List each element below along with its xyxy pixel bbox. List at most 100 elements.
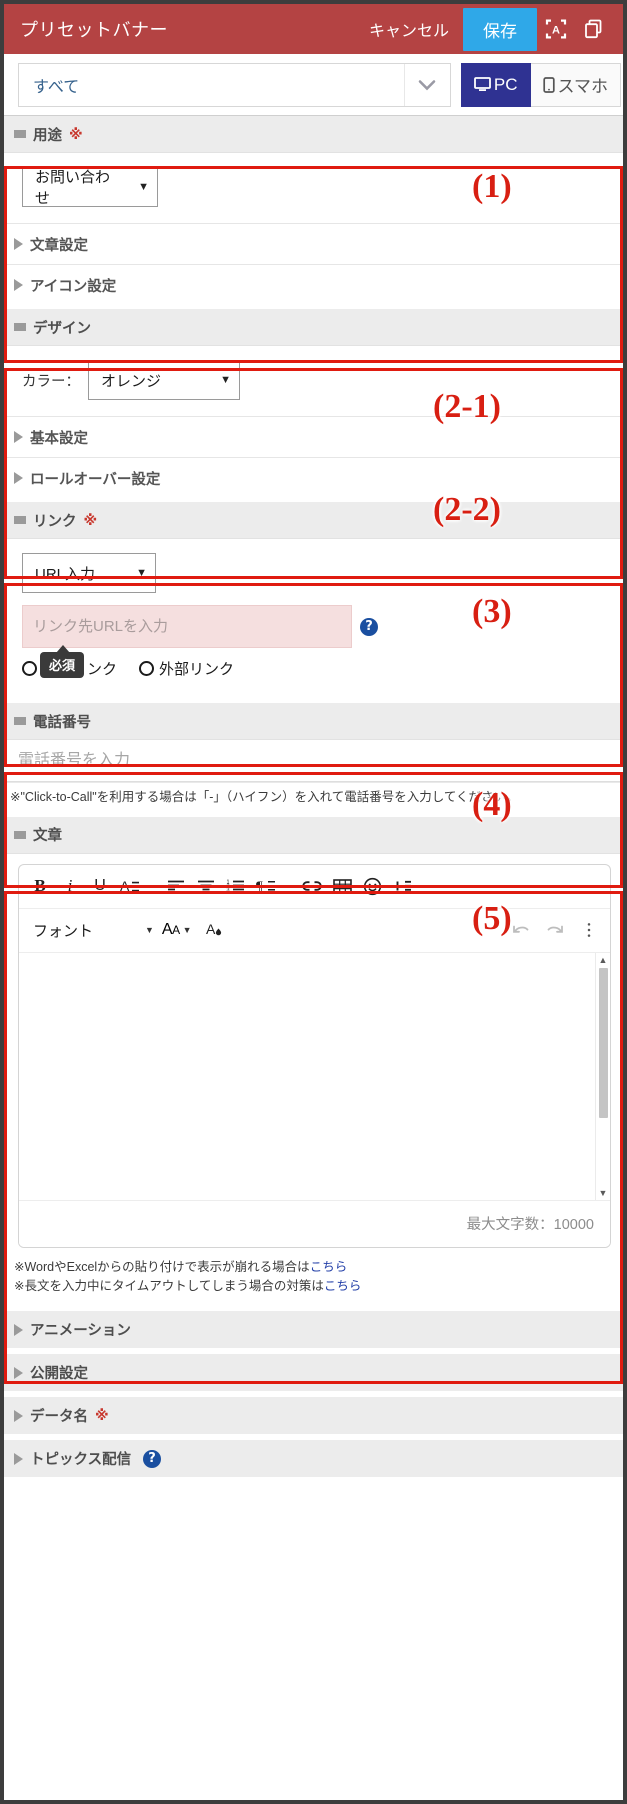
caret-down-icon[interactable]: ▼ — [145, 925, 154, 935]
section-purpose-header[interactable]: 用途 ※ — [4, 116, 623, 153]
section-link-header[interactable]: リンク ※ — [4, 502, 623, 539]
note-2-text: ※長文を入力中にタイムアウトしてしまう場合の対策は — [14, 1278, 324, 1293]
scan-text-icon[interactable]: A — [537, 10, 575, 48]
numbered-list-icon[interactable]: 1 2 3 — [221, 871, 251, 901]
triangle-right-icon — [14, 472, 23, 484]
triangle-right-icon — [14, 1366, 23, 1379]
svg-text:A: A — [206, 921, 216, 937]
section-purpose: 用途 ※ お問い合わせ ▼ 文章設定 アイコン設定 — [4, 116, 623, 305]
category-filter-select[interactable]: すべて — [18, 62, 451, 107]
help-circle-icon[interactable]: ? — [360, 617, 378, 636]
section-data-name-header[interactable]: データ名 ※ — [4, 1397, 623, 1435]
svg-text:3: 3 — [227, 888, 230, 894]
triangle-down-icon — [14, 516, 26, 524]
device-tab-pc[interactable]: PC — [460, 62, 531, 107]
note-2-link[interactable]: こちら — [324, 1279, 362, 1293]
section-link: リンク ※ URL入力 ▼ ? 内部リンク — [4, 502, 623, 699]
scroll-up-arrow-icon[interactable]: ▲ — [599, 953, 608, 967]
triangle-down-icon — [14, 130, 26, 138]
section-link-title: リンク — [33, 513, 77, 530]
editor-vertical-scrollbar[interactable]: ▲ ▼ — [595, 952, 610, 1200]
section-telephone-header[interactable]: 電話番号 — [4, 703, 623, 740]
editor-help-notes: ※WordやExcelからの貼り付けで表示が崩れる場合はこちら ※長文を入力中に… — [4, 1252, 623, 1306]
link-icon[interactable] — [297, 871, 327, 901]
svg-text:A: A — [552, 24, 560, 36]
font-family-select[interactable]: フォント — [25, 920, 145, 941]
triangle-down-icon — [14, 717, 26, 725]
save-button[interactable]: 保存 — [463, 7, 537, 51]
color-select-value: オレンジ — [101, 372, 162, 390]
align-left-icon[interactable] — [161, 871, 191, 901]
emoji-icon[interactable] — [357, 871, 387, 901]
color-select[interactable]: オレンジ ▼ — [88, 360, 240, 400]
section-animation-header[interactable]: アニメーション — [4, 1311, 623, 1349]
cancel-button[interactable]: キャンセル — [359, 17, 463, 41]
section-purpose-title: 用途 — [33, 127, 62, 144]
subsection-text-settings[interactable]: 文章設定 — [4, 223, 623, 264]
subsection-basic-settings[interactable]: 基本設定 — [4, 416, 623, 457]
app-window: プリセットバナー キャンセル 保存 A すべて PC スマホ 用途 ※ お問い合… — [0, 0, 627, 1804]
scroll-down-arrow-icon[interactable]: ▼ — [599, 1186, 608, 1200]
font-size-icon[interactable]: AA ▼ — [162, 921, 192, 939]
duplicate-icon[interactable] — [575, 10, 613, 48]
section-topics-delivery-title: トピックス配信 — [30, 1452, 132, 1469]
color-label: カラー： — [22, 373, 80, 390]
device-tab-smartphone[interactable]: スマホ — [530, 62, 621, 107]
device-tab-pc-label: PC — [493, 74, 518, 94]
help-circle-icon[interactable]: ? — [143, 1449, 162, 1468]
link-url-input[interactable] — [22, 605, 352, 648]
italic-icon[interactable]: i — [55, 871, 85, 901]
required-tooltip: 必須 — [40, 645, 85, 678]
table-icon[interactable] — [327, 871, 357, 901]
editor-toolbar-row-2: フォント ▼ AA ▼ A — [19, 909, 610, 953]
bold-icon[interactable]: B — [25, 871, 55, 901]
subsection-icon-settings[interactable]: アイコン設定 — [4, 264, 623, 305]
link-type-select[interactable]: URL入力 ▼ — [22, 553, 156, 593]
device-tab-smartphone-label: スマホ — [557, 77, 609, 96]
more-vertical-icon[interactable] — [574, 915, 604, 945]
section-publish-settings-header[interactable]: 公開設定 — [4, 1354, 623, 1392]
underline-icon[interactable]: U — [85, 871, 115, 901]
triangle-right-icon — [14, 238, 23, 250]
triangle-right-icon — [14, 1323, 23, 1336]
triangle-right-icon — [14, 279, 23, 291]
radio-circle-icon — [22, 661, 37, 676]
highlight-color-icon[interactable]: A — [200, 915, 230, 945]
svg-text:¶: ¶ — [256, 879, 263, 895]
triangle-right-icon — [14, 1452, 23, 1465]
settings-panel: 用途 ※ お問い合わせ ▼ 文章設定 アイコン設定 デザイン カラー： オレンジ… — [4, 116, 623, 1800]
required-mark: ※ — [69, 125, 83, 142]
purpose-select[interactable]: お問い合わせ ▼ — [22, 167, 158, 207]
section-topics-delivery-header[interactable]: トピックス配信 ? — [4, 1440, 623, 1478]
align-center-icon[interactable] — [191, 871, 221, 901]
section-body-text: 文章 B i U A 1 2 3 ¶ フォント ▼ AA ▼ A ▲ ▼ 最大文… — [4, 816, 623, 1306]
editor-content-area[interactable]: ▲ ▼ — [19, 952, 610, 1201]
redo-icon[interactable] — [540, 915, 570, 945]
text-color-icon[interactable]: A — [115, 871, 145, 901]
telephone-input[interactable] — [4, 740, 623, 782]
section-design-header[interactable]: デザイン — [4, 309, 623, 346]
triangle-right-icon — [14, 431, 23, 443]
subsection-rollover-settings[interactable]: ロールオーバー設定 — [4, 457, 623, 498]
paragraph-icon[interactable]: ¶ — [251, 871, 281, 901]
scrollbar-track[interactable] — [599, 1119, 608, 1186]
titlebar-actions: キャンセル 保存 A — [359, 7, 613, 51]
required-mark: ※ — [83, 511, 98, 528]
section-design-title: デザイン — [33, 320, 91, 337]
section-body-text-header[interactable]: 文章 — [4, 816, 623, 854]
radio-external-link[interactable]: 外部リンク — [139, 658, 234, 679]
section-telephone: 電話番号 ※"Click-to-Call"を利用する場合は「-」（ハイフン）を入… — [4, 703, 623, 813]
undo-icon[interactable] — [506, 915, 536, 945]
note-1-link[interactable]: こちら — [310, 1260, 348, 1274]
radio-external-link-label: 外部リンク — [159, 661, 235, 678]
page-title: プリセットバナー — [20, 20, 168, 40]
caret-down-icon: ▼ — [138, 181, 149, 193]
insert-more-icon[interactable] — [387, 871, 417, 901]
radio-circle-icon — [139, 661, 155, 676]
scrollbar-thumb[interactable] — [598, 967, 608, 1118]
rich-text-editor: B i U A 1 2 3 ¶ フォント ▼ AA ▼ A ▲ ▼ 最大文字数：… — [18, 863, 611, 1248]
link-type-value: URL入力 — [35, 565, 96, 583]
triangle-down-icon — [14, 830, 26, 839]
section-publish-settings-title: 公開設定 — [30, 1366, 88, 1383]
category-filter-value: すべて — [33, 78, 80, 96]
